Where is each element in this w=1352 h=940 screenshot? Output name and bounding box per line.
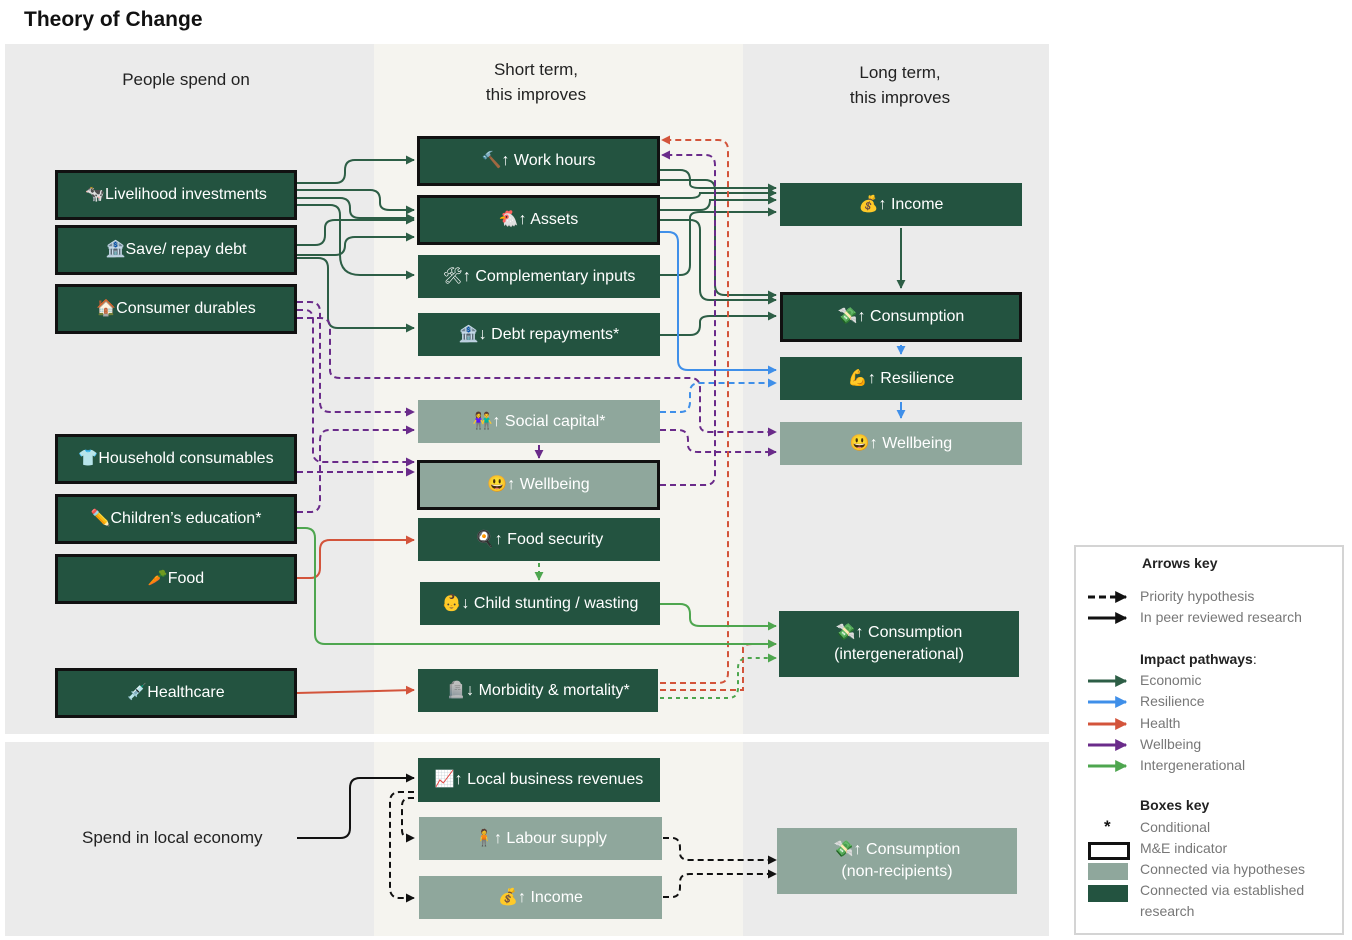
spend-healthcare: 💉Healthcare — [55, 668, 297, 718]
short-work-hours: 🔨↑ Work hours — [417, 136, 660, 186]
key-conditional: Conditional — [1140, 819, 1211, 835]
local-labour-supply: 🧍↑ Labour supply — [419, 817, 662, 860]
spend-livelihood-investments: 🐄Livelihood investments — [55, 170, 297, 220]
key-connected-established: Connected via established — [1140, 882, 1305, 898]
key-intergenerational: Intergenerational — [1140, 757, 1246, 773]
key-wellbeing: Wellbeing — [1140, 736, 1202, 752]
local-consumption-non-recipients: 💸↑ Consumption (non-recipients) — [777, 828, 1017, 894]
key-priority-hypothesis: Priority hypothesis — [1140, 588, 1255, 604]
short-wellbeing: 😃↑ Wellbeing — [417, 460, 660, 510]
key-hypotheses-swatch — [1088, 863, 1128, 880]
local-economy-label: Spend in local economy — [82, 828, 263, 847]
key-connected-established-2: research — [1140, 903, 1195, 919]
long-consumption-intergenerational: 💸↑ Consumption (intergenerational) — [779, 611, 1019, 677]
key-me-indicator-swatch — [1088, 842, 1130, 860]
spend-household-consumables: 👕Household consumables — [55, 434, 297, 484]
short-food-security: 🍳↑ Food security — [418, 518, 660, 561]
key-economic: Economic — [1140, 672, 1202, 688]
long-income: 💰↑ Income — [780, 183, 1022, 226]
long-consumption: 💸↑ Consumption — [780, 292, 1022, 342]
short-child-stunting: 👶↓ Child stunting / wasting — [420, 582, 660, 625]
spend-save-repay-debt: 🏦Save/ repay debt — [55, 225, 297, 275]
key-peer-reviewed: In peer reviewed research — [1140, 609, 1302, 625]
long-wellbeing: 😃↑ Wellbeing — [780, 422, 1022, 465]
impact-pathways-title: Impact pathways: — [1140, 651, 1257, 667]
local-business-revenues: 📈↑ Local business revenues — [418, 758, 660, 802]
key-connected-hypotheses: Connected via hypotheses — [1140, 861, 1305, 877]
key-me-indicator: M&E indicator — [1140, 840, 1228, 856]
short-complementary-inputs: 🛠↑ Complementary inputs — [418, 255, 660, 298]
short-debt-repayments: 🏦↓ Debt repayments* — [418, 313, 660, 356]
key-resilience: Resilience — [1140, 693, 1205, 709]
spend-food: 🥕Food — [55, 554, 297, 604]
boxes-key-title: Boxes key — [1140, 797, 1210, 813]
spend-childrens-education: ✏️Children’s education* — [55, 494, 297, 544]
short-social-capital: 👫↑ Social capital* — [418, 400, 660, 443]
long-resilience: 💪↑ Resilience — [780, 357, 1022, 400]
short-assets: 🐔↑ Assets — [417, 195, 660, 245]
spend-consumer-durables: 🏠Consumer durables — [55, 284, 297, 334]
short-morbidity-mortality: 🪦↓ Morbidity & mortality* — [418, 669, 658, 712]
local-income: 💰↑ Income — [419, 876, 662, 919]
legend-key: Arrows key Priority hypothesis In peer r… — [1074, 545, 1344, 935]
key-established-swatch — [1088, 885, 1128, 902]
key-health: Health — [1140, 715, 1181, 731]
conditional-asterisk: * — [1104, 817, 1111, 836]
